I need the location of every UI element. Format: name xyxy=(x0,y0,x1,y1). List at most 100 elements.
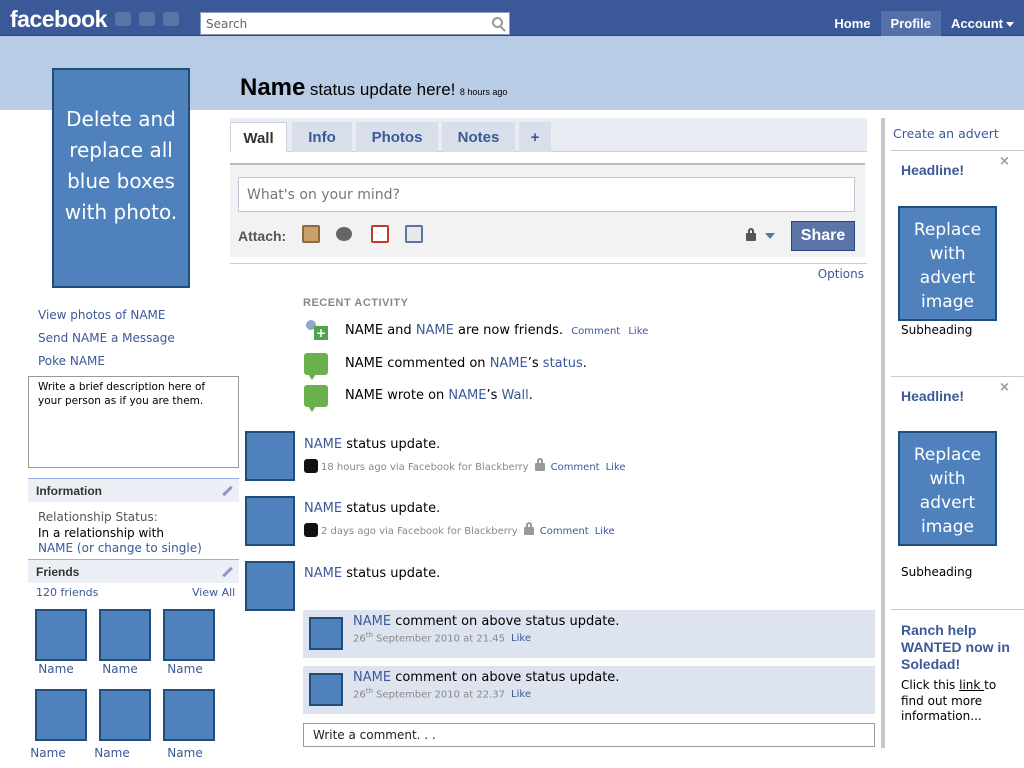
comment-item: NAME comment on above status update. 26t… xyxy=(303,666,875,714)
close-icon[interactable]: × xyxy=(999,380,1010,395)
activity-name-link[interactable]: NAME xyxy=(490,356,528,371)
friend-name[interactable]: Name xyxy=(18,746,78,760)
lock-icon xyxy=(523,522,534,535)
status-author[interactable]: NAME xyxy=(304,437,342,452)
status-post: NAME status update. xyxy=(304,437,440,452)
poke-link[interactable]: Poke NAME xyxy=(38,350,175,373)
friend-photo[interactable] xyxy=(35,609,87,661)
advert-image-placeholder[interactable]: Replace with advert image xyxy=(898,431,997,546)
tab-add[interactable]: + xyxy=(519,122,551,152)
nav-home[interactable]: Home xyxy=(824,11,880,36)
status-input[interactable] xyxy=(238,177,855,212)
nav-profile[interactable]: Profile xyxy=(880,11,941,36)
friend-photo[interactable] xyxy=(99,609,151,661)
tab-photos[interactable]: Photos xyxy=(356,122,438,152)
notification-icons xyxy=(115,12,179,26)
privacy-lock-icon[interactable] xyxy=(746,228,756,241)
view-photos-link[interactable]: View photos of NAME xyxy=(38,304,175,327)
profile-photo-placeholder[interactable]: Delete and replace all blue boxes with p… xyxy=(52,68,190,288)
status-time: 2 days ago via Facebook for Blackberry xyxy=(321,526,518,537)
comment-day: 26 xyxy=(353,689,366,701)
friend-name[interactable]: Name xyxy=(82,746,142,760)
activity-name-link[interactable]: NAME xyxy=(448,388,486,403)
send-message-link[interactable]: Send NAME a Message xyxy=(38,327,175,350)
ranch-ad-text: Click this xyxy=(901,678,960,692)
notifications-globe-icon[interactable] xyxy=(163,12,179,26)
ad-headline[interactable]: Headline! xyxy=(901,388,964,404)
like-link[interactable]: Like xyxy=(511,689,531,700)
like-link[interactable]: Like xyxy=(511,633,531,644)
comment-link[interactable]: Comment xyxy=(551,462,600,473)
messages-icon[interactable] xyxy=(139,12,155,26)
status-post: NAME status update. xyxy=(304,501,440,516)
activity-target-link[interactable]: Wall xyxy=(502,388,529,403)
share-button[interactable]: Share xyxy=(791,221,855,251)
options-link[interactable]: Options xyxy=(818,267,864,281)
create-advert-link[interactable]: Create an advert xyxy=(893,126,999,141)
nav-account[interactable]: Account xyxy=(941,11,1024,36)
relationship-link[interactable]: NAME (or change to single) xyxy=(38,541,202,555)
avatar[interactable] xyxy=(245,496,295,546)
comment-link[interactable]: Comment xyxy=(540,526,589,537)
comment-link[interactable]: Comment xyxy=(571,326,620,337)
write-comment-input[interactable] xyxy=(303,723,875,747)
friend-name[interactable]: Name xyxy=(155,662,215,676)
profile-name: Name xyxy=(240,74,306,101)
status-text: status update. xyxy=(346,501,441,516)
search-input[interactable] xyxy=(201,13,481,35)
activity-text: NAME wrote on NAME’s Wall. xyxy=(345,388,533,403)
status-author[interactable]: NAME xyxy=(304,501,342,516)
status-post: NAME status update. xyxy=(304,566,440,581)
top-nav: Home Profile Account xyxy=(824,11,1024,36)
like-link[interactable]: Like xyxy=(628,326,648,337)
avatar[interactable] xyxy=(309,617,343,650)
profile-title: Name status update here! 8 hours ago xyxy=(240,74,507,102)
avatar[interactable] xyxy=(245,561,295,611)
chevron-down-icon[interactable] xyxy=(765,233,775,239)
friend-photo[interactable] xyxy=(163,609,215,661)
status-meta: 18 hours ago via Facebook for Blackberry… xyxy=(304,458,626,473)
friends-count[interactable]: 120 friends xyxy=(36,586,98,599)
pencil-icon[interactable] xyxy=(222,485,233,497)
ranch-ad-headline[interactable]: Ranch help WANTED now in Soledad! xyxy=(901,622,1019,673)
ad-headline[interactable]: Headline! xyxy=(901,162,964,178)
link-attach-icon[interactable] xyxy=(405,225,423,243)
friend-requests-icon[interactable] xyxy=(115,12,131,26)
photo-attach-icon[interactable] xyxy=(302,225,320,243)
avatar[interactable] xyxy=(309,673,343,706)
ranch-ad-link[interactable]: link xyxy=(959,678,984,692)
friend-photo[interactable] xyxy=(99,689,151,741)
tab-notes[interactable]: Notes xyxy=(442,122,515,152)
activity-name-link[interactable]: NAME xyxy=(416,323,454,338)
search-icon[interactable] xyxy=(492,17,503,28)
top-bar: facebook Home Profile Account xyxy=(0,0,1024,36)
friend-name[interactable]: Name xyxy=(90,662,150,676)
tab-wall[interactable]: Wall xyxy=(230,122,287,152)
activity-target-link[interactable]: status xyxy=(543,356,583,371)
column-divider xyxy=(881,118,885,748)
avatar[interactable] xyxy=(245,431,295,481)
view-all-friends-link[interactable]: View All xyxy=(192,586,235,599)
event-attach-icon[interactable] xyxy=(371,225,389,243)
nav-account-label: Account xyxy=(951,16,1003,31)
activity-possessive: ’s xyxy=(527,356,539,371)
friend-photo[interactable] xyxy=(35,689,87,741)
advert-image-placeholder[interactable]: Replace with advert image xyxy=(898,206,997,321)
like-link[interactable]: Like xyxy=(595,526,615,537)
pencil-icon[interactable] xyxy=(222,566,233,578)
blackberry-icon xyxy=(304,523,318,537)
video-attach-icon[interactable] xyxy=(336,227,352,241)
facebook-logo[interactable]: facebook xyxy=(10,6,107,33)
tab-info[interactable]: Info xyxy=(292,122,352,152)
comment-author[interactable]: NAME xyxy=(353,614,391,629)
comment-body: comment on above status update. xyxy=(395,670,620,685)
friend-photo[interactable] xyxy=(163,689,215,741)
profile-tabs: Wall Info Photos Notes + xyxy=(230,118,867,152)
friend-name[interactable]: Name xyxy=(155,746,215,760)
comment-author[interactable]: NAME xyxy=(353,670,391,685)
like-link[interactable]: Like xyxy=(606,462,626,473)
information-body: Relationship Status: In a relationship w… xyxy=(38,510,202,557)
close-icon[interactable]: × xyxy=(999,154,1010,169)
status-author[interactable]: NAME xyxy=(304,566,342,581)
friend-name[interactable]: Name xyxy=(26,662,86,676)
